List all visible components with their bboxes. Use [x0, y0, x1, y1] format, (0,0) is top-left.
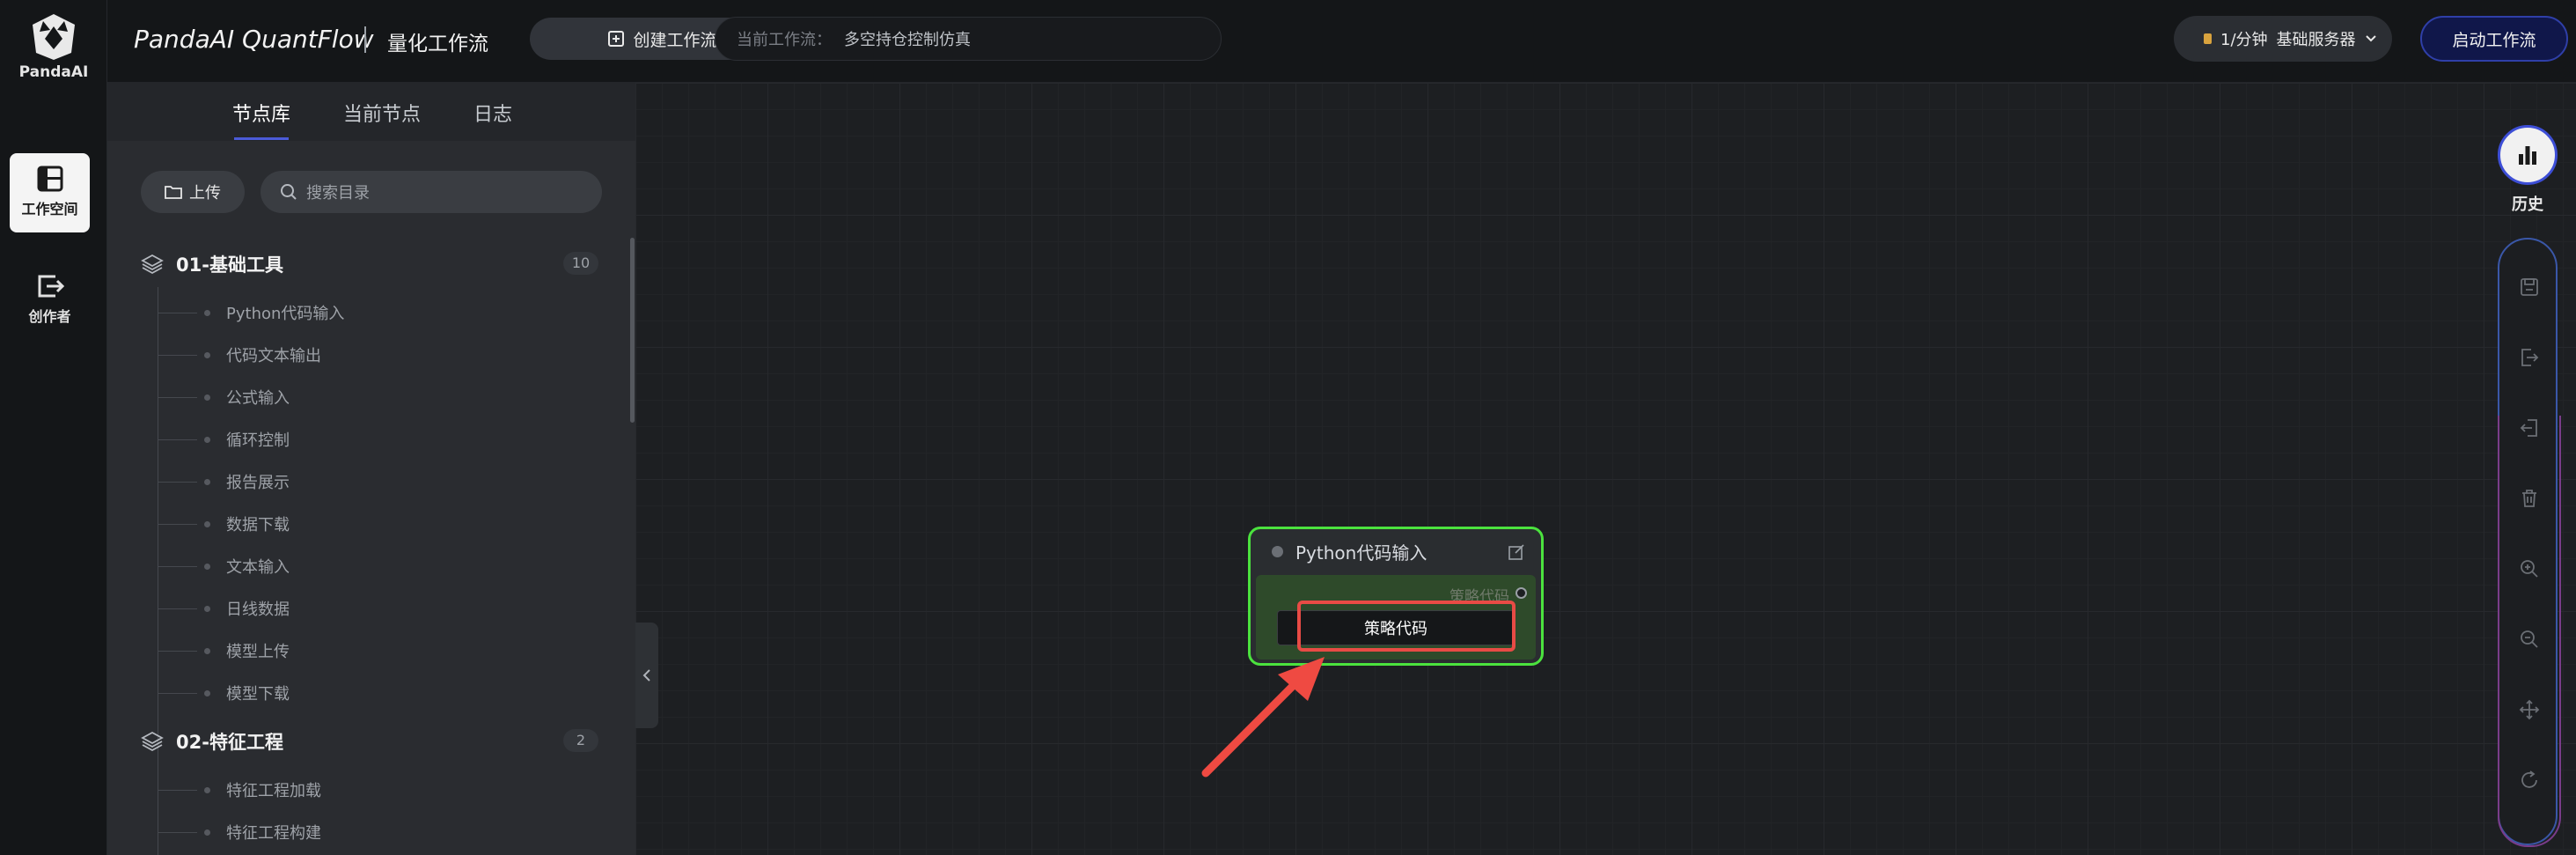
edit-icon[interactable] [1508, 543, 1525, 561]
list-item[interactable]: 模型上传 [158, 638, 290, 664]
node-header[interactable]: Python代码输入 [1251, 529, 1541, 573]
node-group[interactable]: 02-特征工程 2 [141, 724, 598, 759]
history-label: 历史 [2512, 195, 2543, 214]
layers-icon [141, 731, 164, 752]
zoom-in-icon[interactable] [2517, 556, 2542, 581]
list-item-label: 模型下载 [226, 685, 290, 704]
list-item-label: 特征工程构建 [226, 824, 321, 843]
workflow-canvas[interactable] [635, 83, 2576, 855]
plus-square-icon [608, 31, 625, 47]
logo: PandaAI [0, 12, 107, 83]
node-status-dot [1272, 545, 1283, 557]
export-icon[interactable] [2517, 345, 2542, 370]
history-button[interactable] [2498, 125, 2558, 185]
collapse-panel-button[interactable] [635, 623, 658, 728]
delete-icon[interactable] [2517, 486, 2542, 511]
list-item-label: Python代码输入 [226, 305, 345, 323]
upload-label: 上传 [189, 184, 221, 203]
list-item-label: 日线数据 [226, 601, 290, 619]
node-library-panel: 节点库 当前节点 日志 上传 搜索目录 01-基础工具 10 Python代码输… [107, 83, 635, 855]
create-workflow-label: 创建工作流 [633, 30, 717, 50]
panel-tabs: 节点库 当前节点 日志 [107, 83, 635, 141]
list-item-label: 数据下载 [226, 516, 290, 534]
list-item-label: 报告展示 [226, 474, 290, 492]
rail-item-label: 工作空间 [21, 201, 78, 217]
save-icon[interactable] [2517, 275, 2542, 299]
current-workflow-key: 当前工作流： [737, 31, 832, 49]
folder-icon [165, 186, 182, 199]
list-item[interactable]: 报告展示 [158, 468, 290, 495]
server-select[interactable]: 1/分钟 基础服务器 [2174, 16, 2392, 62]
search-placeholder: 搜索目录 [306, 184, 370, 203]
upload-button[interactable]: 上传 [141, 171, 245, 213]
brand-subtitle: 量化工作流 [387, 33, 488, 55]
node-group[interactable]: 01-基础工具 10 [141, 247, 598, 282]
server-rate: 1/分钟 [2220, 31, 2268, 49]
list-item-label: 模型上传 [226, 643, 290, 661]
zoom-out-icon[interactable] [2517, 627, 2542, 652]
top-bar: PandaAI QuantFlow 量化工作流 创建工作流 当前工作流： 多空持… [107, 0, 2576, 83]
panel-scrollbar[interactable] [630, 238, 635, 423]
rail-item-workspace[interactable]: 工作空间 [10, 153, 90, 232]
canvas-toolbar [2498, 238, 2561, 847]
list-item-label: 文本输入 [226, 558, 290, 577]
rail-item-creator[interactable]: 创作者 [10, 261, 90, 340]
exit-icon [38, 275, 64, 298]
search-icon [281, 184, 297, 200]
server-name: 基础服务器 [2276, 31, 2356, 49]
layout-icon [37, 166, 62, 192]
list-item[interactable]: 特征工程加载 [158, 777, 321, 803]
list-item-label: 公式输入 [226, 389, 290, 408]
chevron-down-icon [2365, 35, 2376, 42]
list-item[interactable]: 模型下载 [158, 680, 290, 706]
list-item[interactable]: 循环控制 [158, 426, 290, 453]
list-item[interactable]: Python代码输入 [158, 299, 344, 326]
left-rail: PandaAI 工作空间 创作者 [0, 0, 107, 855]
panda-logo-icon [33, 14, 75, 60]
group-name: 02-特征工程 [176, 732, 283, 753]
chevron-left-icon [642, 669, 650, 682]
group-count: 2 [563, 729, 598, 752]
layers-icon [141, 254, 164, 275]
brand-name: PandaAI QuantFlow [134, 25, 374, 54]
group-name: 01-基础工具 [176, 254, 283, 276]
annotation-arrow-icon [1201, 657, 1325, 778]
start-workflow-button[interactable]: 启动工作流 [2420, 16, 2568, 62]
list-item[interactable]: 代码文本输出 [158, 342, 321, 368]
move-icon[interactable] [2517, 697, 2542, 722]
output-port[interactable] [1516, 587, 1527, 599]
current-workflow-field[interactable]: 当前工作流： 多空持仓控制仿真 [715, 17, 1222, 61]
tab-log[interactable]: 日志 [473, 99, 512, 127]
import-icon[interactable] [2517, 416, 2542, 440]
list-item-label: 特征工程加载 [226, 782, 321, 800]
node-title: Python代码输入 [1295, 542, 1427, 564]
rail-item-label: 创作者 [28, 308, 71, 325]
bar-chart-icon [2519, 146, 2536, 165]
brand-divider [364, 26, 366, 53]
list-item-label: 代码文本输出 [226, 347, 321, 365]
list-item[interactable]: 数据下载 [158, 511, 290, 537]
highlight-box [1297, 601, 1516, 652]
coin-icon [2204, 33, 2212, 44]
list-item[interactable]: 日线数据 [158, 595, 290, 622]
active-tab-indicator [234, 137, 289, 140]
list-item[interactable]: 公式输入 [158, 384, 290, 410]
search-input[interactable]: 搜索目录 [261, 171, 602, 213]
current-workflow-value: 多空持仓控制仿真 [844, 31, 971, 49]
list-item-label: 循环控制 [226, 431, 290, 450]
list-item[interactable]: 特征工程构建 [158, 819, 321, 845]
list-item[interactable]: 文本输入 [158, 553, 290, 579]
tab-node-library[interactable]: 节点库 [232, 99, 290, 127]
tab-current-node[interactable]: 当前节点 [343, 99, 421, 127]
refresh-icon[interactable] [2517, 768, 2542, 792]
group-count: 10 [563, 252, 598, 275]
logo-text: PandaAI [18, 63, 89, 81]
